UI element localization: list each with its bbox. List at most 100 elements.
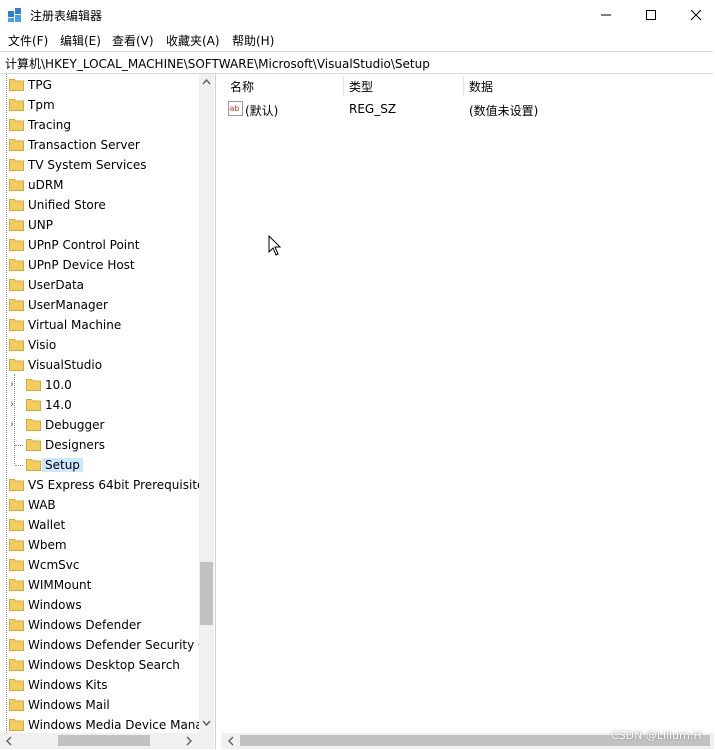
folder-icon — [9, 499, 24, 511]
tree-item-label: 10.0 — [45, 378, 72, 392]
tree-item[interactable]: Tracing — [0, 115, 215, 135]
tree-item[interactable]: Wbem — [0, 535, 215, 555]
maximize-button[interactable] — [628, 0, 674, 30]
tree-item[interactable]: UserManager — [0, 295, 215, 315]
folder-icon — [9, 299, 24, 311]
folder-icon — [9, 279, 24, 291]
tree-item[interactable]: TPG — [0, 75, 215, 95]
tree-item[interactable]: UserData — [0, 275, 215, 295]
tree-item[interactable]: Windows Defender — [0, 615, 215, 635]
menu-edit[interactable]: 编辑(E) — [60, 32, 101, 49]
tree-item-label: Windows Media Device Mana — [28, 718, 203, 732]
column-header-name[interactable]: 名称 — [230, 78, 254, 95]
tree-horizontal-scroll-thumb[interactable] — [58, 735, 150, 746]
folder-icon — [9, 599, 24, 611]
tree-item[interactable]: Windows Defender Security C — [0, 635, 215, 655]
tree-item[interactable]: VisualStudio — [0, 355, 215, 375]
expand-chevron-icon[interactable]: › — [10, 419, 14, 430]
tree-item-label: VS Express 64bit Prerequisite — [28, 478, 205, 492]
scroll-down-icon[interactable] — [199, 717, 214, 729]
column-header-data[interactable]: 数据 — [469, 78, 493, 95]
folder-icon — [9, 359, 24, 371]
tree-item[interactable]: Windows — [0, 595, 215, 615]
tree-item[interactable]: Visio — [0, 335, 215, 355]
expand-chevron-icon[interactable]: › — [10, 379, 14, 390]
tree-guide-line — [15, 465, 23, 466]
folder-icon — [26, 459, 41, 471]
address-path[interactable]: 计算机\HKEY_LOCAL_MACHINE\SOFTWARE\Microsof… — [5, 55, 430, 72]
scroll-left-icon[interactable] — [3, 733, 15, 749]
tree-item[interactable]: Designers — [0, 435, 215, 455]
tree-item[interactable]: Wallet — [0, 515, 215, 535]
scroll-left-icon[interactable] — [225, 733, 237, 749]
tree-item[interactable]: Virtual Machine — [0, 315, 215, 335]
tree-item-label: Windows Mail — [28, 698, 110, 712]
menu-favorites[interactable]: 收藏夹(A) — [166, 32, 220, 49]
column-separator[interactable] — [343, 76, 344, 96]
minimize-icon — [601, 14, 611, 16]
tree-item[interactable]: › 10.0 — [0, 375, 215, 395]
tree-item-label: UserManager — [28, 298, 108, 312]
menu-help[interactable]: 帮助(H) — [232, 32, 274, 49]
folder-icon — [9, 219, 24, 231]
tree-item[interactable]: UPnP Device Host — [0, 255, 215, 275]
folder-icon — [9, 719, 24, 731]
menu-bar: 文件(F) 编辑(E) 查看(V) 收藏夹(A) 帮助(H) — [0, 30, 715, 50]
close-icon — [691, 10, 701, 20]
folder-icon — [9, 479, 24, 491]
tree-item[interactable]: Transaction Server — [0, 135, 215, 155]
address-bar[interactable]: 计算机\HKEY_LOCAL_MACHINE\SOFTWARE\Microsof… — [0, 51, 713, 74]
tree-item[interactable]: Windows Media Device Mana — [0, 715, 215, 735]
tree-item-label: UPnP Control Point — [28, 238, 140, 252]
tree-item[interactable]: UNP — [0, 215, 215, 235]
svg-text:ab: ab — [230, 104, 240, 113]
folder-icon — [9, 259, 24, 271]
tree-item-label: uDRM — [28, 178, 64, 192]
tree-item[interactable]: UPnP Control Point — [0, 235, 215, 255]
tree-item[interactable]: WcmSvc — [0, 555, 215, 575]
string-value-icon: ab — [228, 101, 243, 116]
folder-icon — [9, 179, 24, 191]
tree-item[interactable]: › Debugger — [0, 415, 215, 435]
tree-item-label: Virtual Machine — [28, 318, 122, 332]
tree-item-selected[interactable]: Setup — [0, 455, 215, 475]
folder-icon — [9, 699, 24, 711]
close-button[interactable] — [673, 0, 715, 30]
folder-icon — [9, 539, 24, 551]
menu-file[interactable]: 文件(F) — [8, 32, 48, 49]
scroll-up-icon[interactable] — [199, 76, 214, 88]
tree-item[interactable]: Windows Mail — [0, 695, 215, 715]
tree-item[interactable]: › 14.0 — [0, 395, 215, 415]
tree-item[interactable]: Windows Kits — [0, 675, 215, 695]
tree-vertical-scrollbar[interactable] — [199, 74, 214, 733]
tree-item-label: Tpm — [28, 98, 55, 112]
minimize-button[interactable] — [583, 0, 629, 30]
registry-key-tree[interactable]: TPG Tpm Tracing Transaction Server TV System… — [0, 74, 216, 749]
value-name: (默认) — [245, 104, 279, 118]
mouse-cursor-icon — [268, 235, 282, 256]
tree-item[interactable]: TV System Services — [0, 155, 215, 175]
scroll-right-icon[interactable] — [183, 733, 195, 749]
tree-item[interactable]: WIMMount — [0, 575, 215, 595]
registry-values-pane[interactable] — [221, 74, 714, 749]
expand-chevron-icon[interactable]: › — [10, 399, 14, 410]
tree-item-label: Windows Defender — [28, 618, 142, 632]
tree-item[interactable]: uDRM — [0, 175, 215, 195]
menu-view[interactable]: 查看(V) — [112, 32, 154, 49]
folder-icon — [9, 619, 24, 631]
watermark: CSDN @Lilium.H — [611, 729, 702, 742]
tree-item[interactable]: Unified Store — [0, 195, 215, 215]
tree-item[interactable]: VS Express 64bit Prerequisite — [0, 475, 215, 495]
tree-item-label: VisualStudio — [28, 358, 103, 372]
folder-icon — [26, 399, 41, 411]
tree-item-label: Windows Kits — [28, 678, 108, 692]
tree-item[interactable]: Windows Desktop Search — [0, 655, 215, 675]
tree-item-label: UNP — [28, 218, 53, 232]
tree-vertical-scroll-thumb[interactable] — [200, 562, 213, 625]
tree-item[interactable]: Tpm — [0, 95, 215, 115]
folder-icon — [9, 159, 24, 171]
column-header-type[interactable]: 类型 — [349, 78, 373, 95]
column-separator[interactable] — [463, 76, 464, 96]
tree-item-label: WcmSvc — [28, 558, 80, 572]
tree-item[interactable]: WAB — [0, 495, 215, 515]
